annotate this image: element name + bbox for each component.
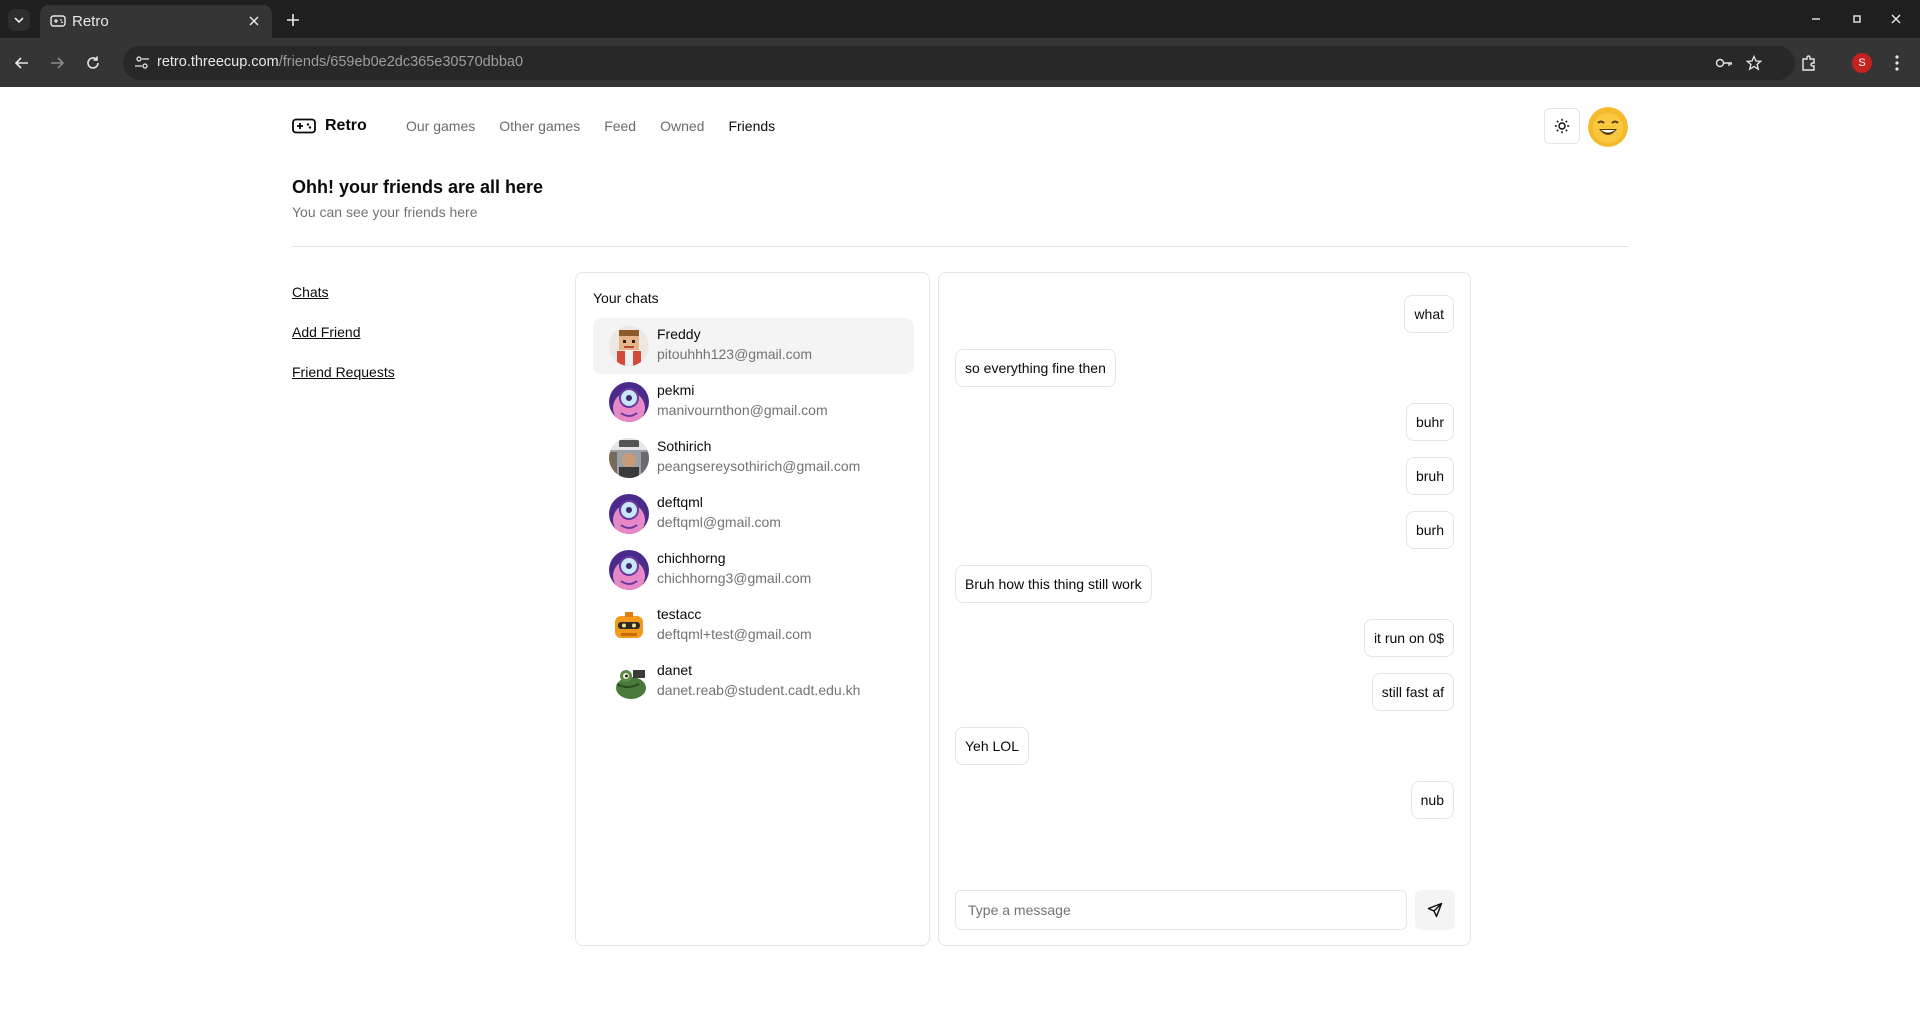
message-bubble: burh [1405, 511, 1454, 549]
message-bubble: nub [1410, 781, 1454, 819]
browser-menu-icon[interactable] [1885, 51, 1909, 75]
gamepad-favicon-icon [50, 15, 66, 27]
site-info-icon[interactable] [133, 54, 151, 72]
tab-title: Retro [72, 13, 109, 30]
message-bubble: it run on 0$ [1363, 619, 1454, 657]
back-arrow-icon[interactable] [10, 51, 34, 75]
theme-toggle-button[interactable] [1544, 108, 1580, 144]
forward-arrow-icon[interactable] [45, 51, 69, 75]
chat-list: Freddy pitouhhh123@gmail.com pekmi maniv… [593, 318, 914, 710]
brand-name: Retro [325, 117, 367, 134]
browser-toolbar: retro.threecup.com/friends/659eb0e2dc365… [0, 38, 1920, 87]
chat-email: danet.reab@student.cadt.edu.kh [657, 682, 861, 698]
minimize-window-icon[interactable] [1806, 9, 1826, 29]
pink-character-avatar [609, 550, 649, 590]
extensions-puzzle-icon[interactable] [1797, 51, 1821, 75]
message-bubble: so everything fine then [955, 349, 1116, 387]
sidebar-item-add-friend[interactable]: Add Friend [292, 322, 395, 362]
url-domain: retro.threecup.com [157, 54, 279, 70]
conversation-panel: what so everything fine then buhr bruh b… [938, 272, 1471, 946]
chat-item-danet[interactable]: danet danet.reab@student.cadt.edu.kh [593, 654, 914, 710]
orange-robot-avatar [609, 606, 649, 646]
chat-name: testacc [657, 606, 702, 622]
chat-name: danet [657, 662, 693, 678]
password-key-icon[interactable] [1715, 54, 1733, 72]
profile-avatar[interactable]: S [1852, 53, 1872, 73]
url-text: retro.threecup.com/friends/659eb0e2dc365… [157, 54, 523, 70]
message-bubble: Yeh LOL [955, 727, 1029, 765]
nav-owned[interactable]: Owned [660, 118, 704, 134]
pink-character-avatar [609, 382, 649, 422]
message-bubble: still fast af [1371, 673, 1454, 711]
page-title: Ohh! your friends are all here [292, 177, 544, 197]
sidebar-item-chats[interactable]: Chats [292, 282, 395, 322]
tab-search-chevron-icon[interactable] [8, 9, 30, 31]
user-avatar[interactable] [1588, 107, 1628, 147]
restore-window-icon[interactable] [1847, 9, 1867, 29]
page: Retro Our games Other games Feed Owned F… [0, 87, 1920, 1012]
send-icon [1427, 902, 1443, 918]
pink-character-avatar [609, 494, 649, 534]
browser-tabstrip: Retro [0, 0, 1920, 38]
chats-panel: Your chats Freddy pitouhhh123@gmail.com [575, 272, 930, 946]
chat-name: Sothirich [657, 438, 712, 454]
url-path: /friends/659eb0e2dc365e30570dbba0 [278, 54, 524, 70]
frog-avatar [609, 662, 649, 702]
chat-item-testacc[interactable]: testacc deftqml+test@gmail.com [593, 598, 914, 654]
chat-email: deftqml@gmail.com [657, 514, 781, 530]
chat-name: deftqml [657, 494, 703, 510]
nav-feed[interactable]: Feed [604, 118, 636, 134]
bookmark-star-icon[interactable] [1745, 54, 1763, 72]
chat-item-deftqml[interactable]: deftqml deftqml@gmail.com [593, 486, 914, 542]
chat-email: chichhorng3@gmail.com [657, 570, 812, 586]
main-nav: Our games Other games Feed Owned Friends [406, 118, 775, 134]
new-tab-plus-icon[interactable] [282, 9, 304, 31]
chat-email: manivournthon@gmail.com [657, 402, 828, 418]
chat-item-chichhorng[interactable]: chichhorng chichhorng3@gmail.com [593, 542, 914, 598]
pixel-character-avatar [609, 326, 649, 366]
chat-email: peangsereysothirich@gmail.com [657, 458, 861, 474]
message-bubble: bruh [1405, 457, 1454, 495]
sidebar-item-friend-requests[interactable]: Friend Requests [292, 362, 395, 402]
reload-icon[interactable] [81, 51, 105, 75]
address-bar[interactable]: retro.threecup.com/friends/659eb0e2dc365… [123, 46, 1795, 80]
nav-our-games[interactable]: Our games [406, 118, 475, 134]
chat-item-freddy[interactable]: Freddy pitouhhh123@gmail.com [593, 318, 914, 374]
tab-close-icon[interactable] [244, 11, 264, 31]
header-divider [292, 246, 1629, 247]
close-window-icon[interactable] [1886, 9, 1906, 29]
chat-name: Freddy [657, 326, 701, 342]
chat-item-sothirich[interactable]: Sothirich peangsereysothirich@gmail.com [593, 430, 914, 486]
chat-name: chichhorng [657, 550, 726, 566]
chat-item-pekmi[interactable]: pekmi manivournthon@gmail.com [593, 374, 914, 430]
send-button[interactable] [1415, 890, 1455, 930]
chat-email: pitouhhh123@gmail.com [657, 346, 813, 362]
message-bubble: what [1404, 295, 1454, 333]
gamepad-logo-icon [292, 118, 316, 134]
brand-link[interactable]: Retro [292, 117, 367, 135]
nav-friends[interactable]: Friends [728, 118, 775, 134]
message-bubble: Bruh how this thing still work [955, 565, 1152, 603]
photo-avatar [609, 438, 649, 478]
message-input[interactable] [955, 890, 1407, 930]
browser-tab[interactable]: Retro [40, 5, 272, 38]
message-bubble: buhr [1405, 403, 1454, 441]
page-subtitle: You can see your friends here [292, 204, 478, 220]
nav-other-games[interactable]: Other games [499, 118, 580, 134]
sun-icon [1554, 118, 1570, 134]
chats-panel-title: Your chats [593, 290, 659, 306]
chat-email: deftqml+test@gmail.com [657, 626, 812, 642]
chat-name: pekmi [657, 382, 695, 398]
friends-sidebar: Chats Add Friend Friend Requests [292, 282, 395, 402]
